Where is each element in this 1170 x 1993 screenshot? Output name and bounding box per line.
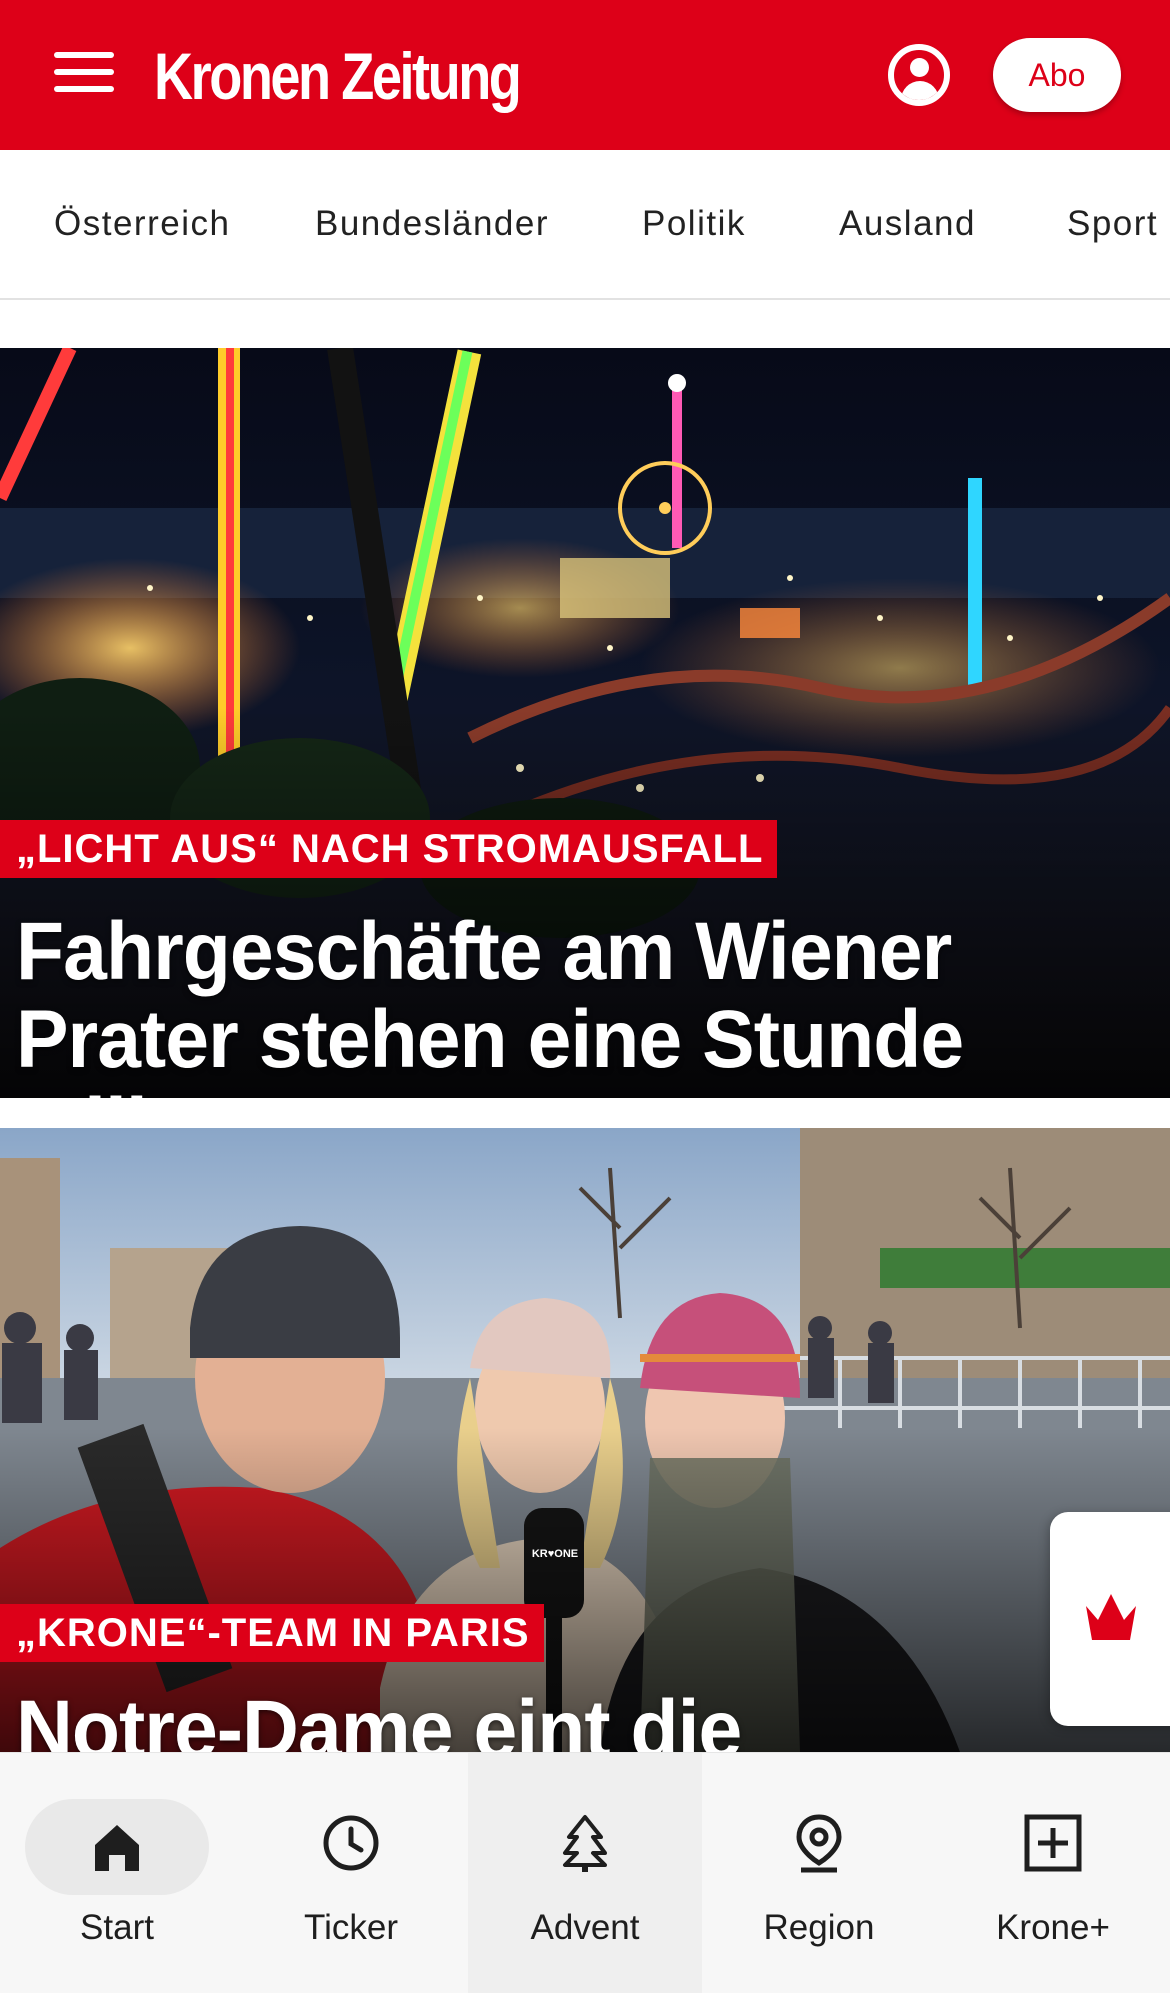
tab-label: Start [80, 1908, 154, 1947]
plus-box-icon [1023, 1813, 1083, 1873]
microphone-logo-text: KR♥ONE [531, 1548, 579, 1560]
section-nav: Österreich Bundesländer Politik Ausland … [0, 150, 1170, 300]
nav-item-bundeslaender[interactable]: Bundesländer [315, 150, 549, 298]
article-card[interactable]: „LICHT AUS“ NACH STROMAUSFALL Fahrgeschä… [0, 348, 1170, 1098]
tree-icon [555, 1813, 615, 1873]
krone-crown-tab[interactable] [1050, 1512, 1170, 1726]
user-icon [910, 58, 929, 77]
article-headline: Fahrgeschäfte am Wiener Prater stehen ei… [16, 906, 964, 1099]
tab-region[interactable]: Region [702, 1753, 936, 1993]
tab-label: Ticker [304, 1908, 398, 1947]
home-icon [87, 1817, 147, 1877]
tab-label: Region [763, 1908, 875, 1947]
article-card[interactable]: KR♥ONE „KRONE“-TEAM IN PARIS Notre-Dame … [0, 1128, 1170, 1752]
menu-bar-icon [54, 86, 114, 92]
tab-advent[interactable]: Advent [468, 1753, 702, 1993]
tab-start[interactable]: Start [0, 1753, 234, 1993]
menu-button[interactable] [54, 52, 114, 100]
nav-item-ausland[interactable]: Ausland [839, 150, 976, 298]
tab-label: Advent [530, 1908, 640, 1947]
article-headline: Notre-Dame eint die [16, 1684, 742, 1753]
tab-krone-plus[interactable]: Krone+ [936, 1753, 1170, 1993]
kronen-zeitung-logo[interactable]: Kronen Zeitung [154, 36, 522, 116]
tab-label: Krone+ [996, 1908, 1110, 1947]
article-kicker: „LICHT AUS“ NACH STROMAUSFALL [0, 820, 778, 878]
article-kicker: „KRONE“-TEAM IN PARIS [0, 1604, 544, 1662]
tab-ticker[interactable]: Ticker [234, 1753, 468, 1993]
bottom-navigation: Start Ticker Advent Region Krone+ [0, 1752, 1170, 1993]
nav-item-oesterreich[interactable]: Österreich [54, 150, 230, 298]
location-pin-icon [789, 1813, 849, 1873]
menu-bar-icon [54, 52, 114, 58]
crown-icon [1086, 1594, 1136, 1640]
nav-item-sport[interactable]: Sport [1067, 150, 1158, 298]
account-button[interactable] [888, 44, 950, 106]
clock-icon [321, 1813, 381, 1873]
menu-bar-icon [54, 69, 114, 75]
app-header: Kronen Zeitung Abo [0, 0, 1170, 150]
nav-item-politik[interactable]: Politik [642, 150, 746, 298]
abo-button[interactable]: Abo [993, 38, 1121, 112]
